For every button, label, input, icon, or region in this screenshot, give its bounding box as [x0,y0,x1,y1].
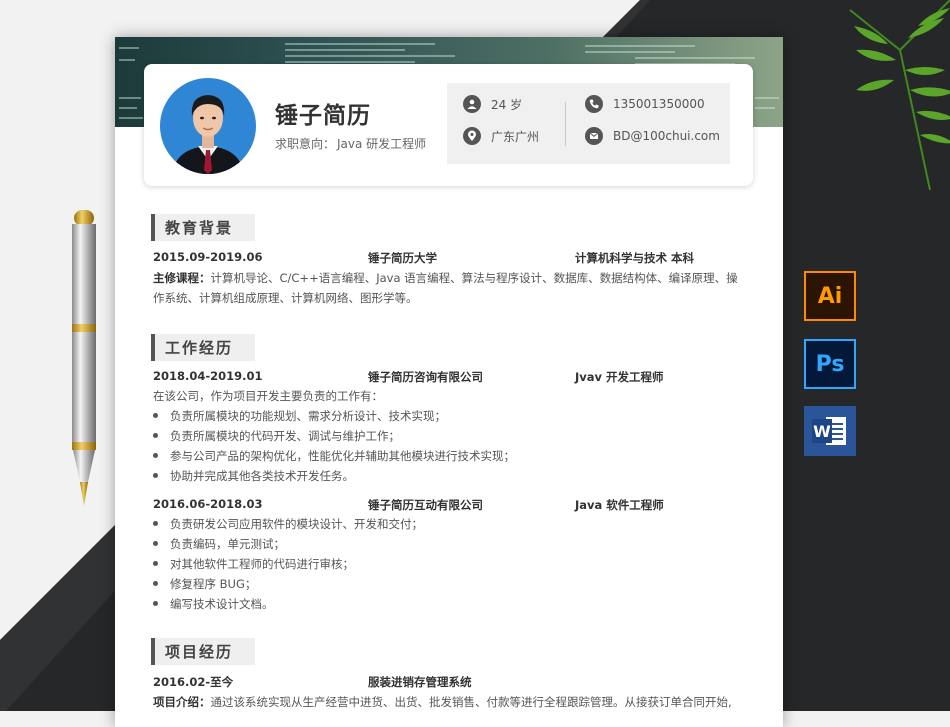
word-icon-letter: W [812,419,832,443]
candidate-name: 锤子简历 [275,103,371,129]
job-company: 锤子简历咨询有限公司 [368,370,483,384]
education-row: 2015.09-2019.06 锤子简历大学 计算机科学与技术 本科 [153,250,753,268]
list-item: 负责研发公司应用软件的模块设计、开发和交付； [153,514,423,534]
profile-card: 锤子简历 求职意向： Java 研发工程师 24 岁 广东广州 13500135… [144,64,753,186]
project-period: 2016.02-至今 [153,675,234,689]
list-item: 对其他软件工程师的代码进行审核； [153,554,354,574]
list-item: 协助并完成其他各类技术开发任务。 [153,466,354,486]
photoshop-icon: Ps [804,339,856,389]
list-item: 修复程序 BUG； [153,574,256,594]
email-item: BD@100chui.com [585,127,720,145]
word-icon: W [804,406,856,456]
job-position: Jvav 开发工程师 [575,370,664,384]
section-title-project: 项目经历 [151,638,255,665]
list-item: 负责所属模块的功能规划、需求分析设计、技术实现； [153,406,446,426]
job-period: 2016.06-2018.03 [153,497,263,511]
word-icon-graphic: W [812,414,848,448]
avatar [160,78,256,174]
education-school: 锤子简历大学 [368,251,437,265]
illustrator-icon: Ai [804,271,856,321]
list-item: 参与公司产品的架构优化，性能优化并辅助其他模块进行技术实现； [153,446,515,466]
project-intro-text: 通过该系统实现从生产经营中进货、出货、批发销售、付款等进行全程跟踪管理。从接获订… [210,695,732,709]
project-row: 2016.02-至今 服装进销存管理系统 [153,674,753,692]
section-title-work: 工作经历 [151,334,255,361]
email-value: BD@100chui.com [613,129,720,143]
list-item: 编写技术设计文档。 [153,594,274,614]
job-row: 2018.04-2019.01 锤子简历咨询有限公司 Jvav 开发工程师 [153,369,753,387]
person-icon [463,95,481,113]
age-item: 24 岁 [463,95,522,113]
illustrator-icon-label: Ai [817,283,843,309]
section-title-education: 教育背景 [151,214,255,241]
contact-info-box: 24 岁 广东广州 135001350000 BD@100chui.com [447,83,730,164]
job-intro: 在该公司，作为项目开发主要负责的工作有： [153,389,383,403]
job-company: 锤子简历互动有限公司 [368,498,483,512]
education-period: 2015.09-2019.06 [153,250,263,264]
phone-icon [585,95,603,113]
job-intention-value: Java 研发工程师 [337,137,427,151]
job-position: Java 软件工程师 [575,498,664,512]
list-item: 负责编码，单元测试； [153,534,285,554]
job-intention: 求职意向： Java 研发工程师 [275,135,426,152]
education-courses: 主修课程：计算机导论、C/C++语言编程、Java 语言编程、算法与程序设计、数… [153,268,749,308]
location-pin-icon [463,127,481,145]
courses-label: 主修课程： [153,271,211,285]
job-row: 2016.06-2018.03 锤子简历互动有限公司 Java 软件工程师 [153,497,753,515]
photoshop-icon-label: Ps [815,351,845,377]
location-item: 广东广州 [463,127,539,145]
info-divider [565,102,566,146]
job-intention-label: 求职意向： [275,137,336,151]
list-item: 负责所属模块的代码开发、调试与维护工作； [153,426,400,446]
job-period: 2018.04-2019.01 [153,369,263,383]
education-major: 计算机科学与技术 本科 [575,251,695,265]
resume-page: 锤子简历 求职意向： Java 研发工程师 24 岁 广东广州 13500135… [115,37,783,727]
courses-text: 计算机导论、C/C++语言编程、Java 语言编程、算法与程序设计、数据库、数据… [153,271,738,305]
location-value: 广东广州 [491,129,540,144]
phone-value: 135001350000 [613,97,705,111]
mail-icon [585,127,603,145]
age-value: 24 岁 [491,97,523,112]
plant-decoration [849,0,950,190]
project-intro-label: 项目介绍： [153,695,211,709]
pen-decoration [72,210,96,506]
avatar-photo [172,95,244,174]
project-intro: 项目介绍：通过该系统实现从生产经营中进货、出货、批发销售、付款等进行全程跟踪管理… [153,692,749,712]
phone-item: 135001350000 [585,95,705,113]
project-name: 服装进销存管理系统 [368,675,472,689]
